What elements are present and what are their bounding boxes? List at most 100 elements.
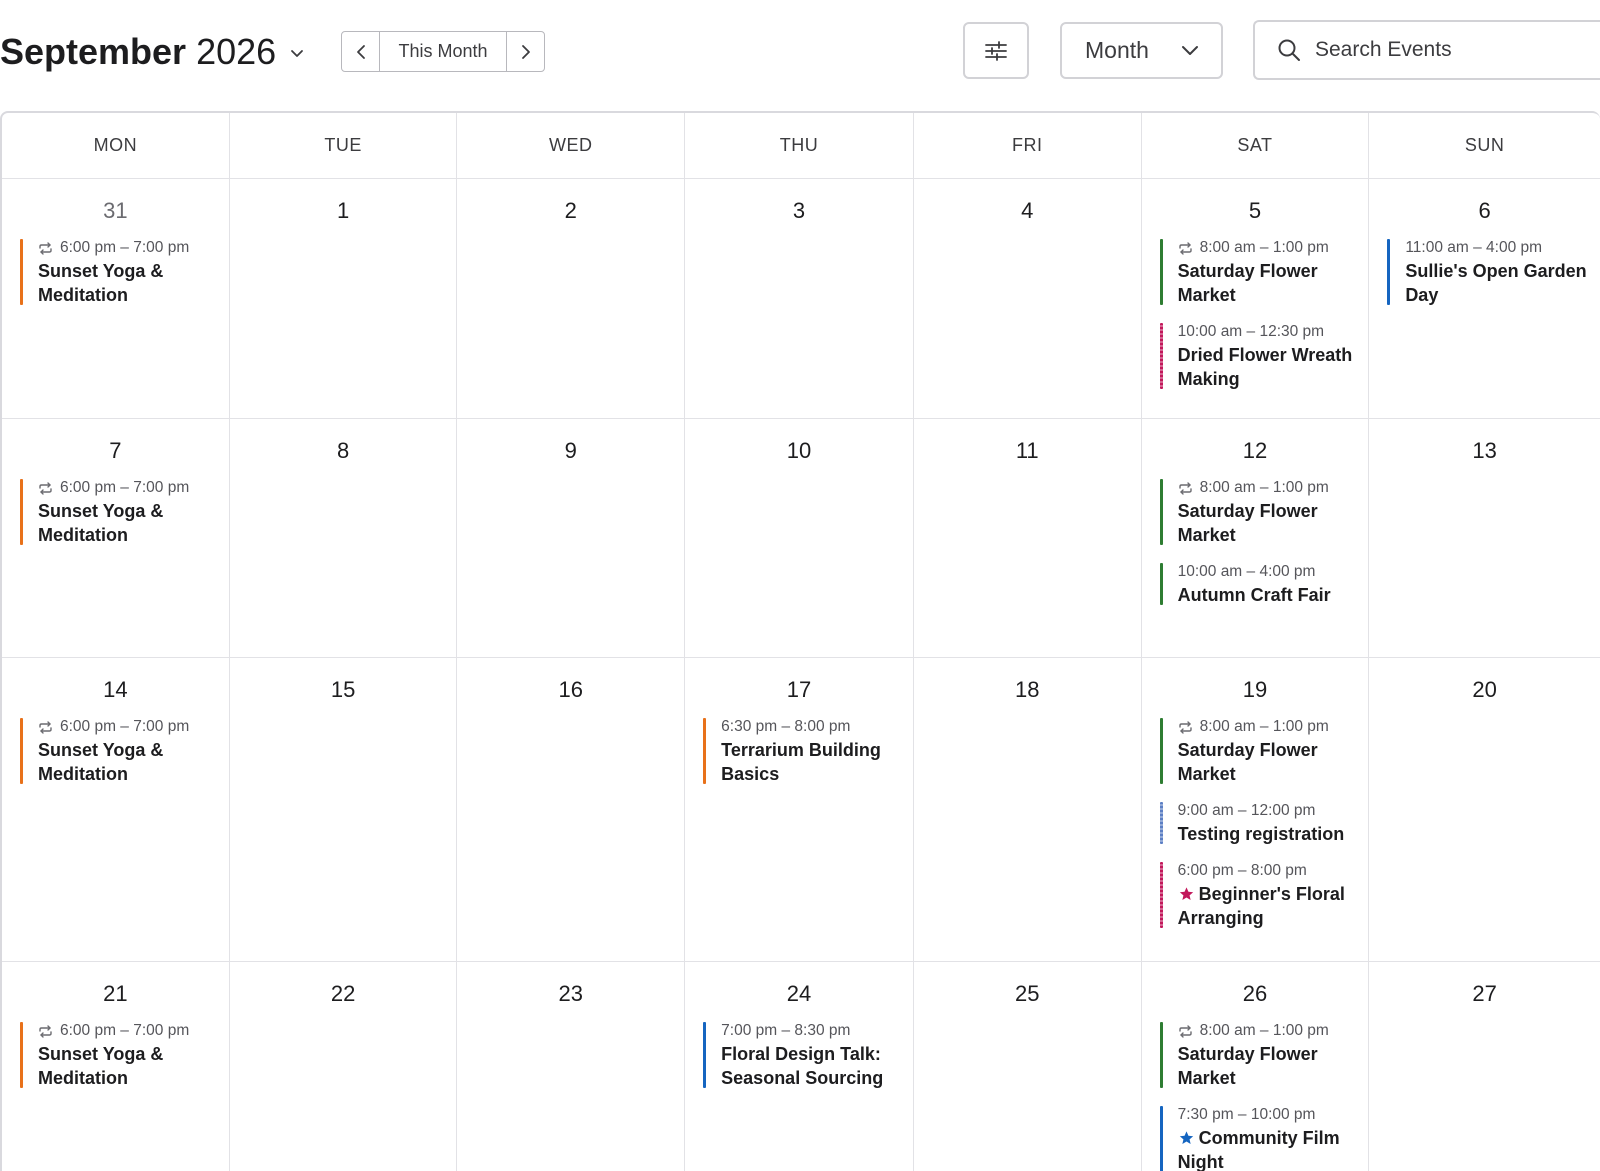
event-item[interactable]: 8:00 am – 1:00 pm Saturday Flower Market (1159, 1020, 1369, 1090)
event-item[interactable]: 8:00 am – 1:00 pm Saturday Flower Market (1159, 237, 1369, 307)
search-input[interactable] (1313, 37, 1577, 63)
day-cell[interactable]: 7 6:00 pm – 7:00 pm Sunset Yoga & Meditati… (2, 419, 230, 657)
event-title-row: Beginner's Floral Arranging (1178, 882, 1369, 930)
event-item[interactable]: 7:30 pm – 10:00 pm Community Film Night (1159, 1104, 1369, 1171)
day-cell[interactable]: 17 6:30 pm – 8:00 pm Terrarium Building Ba… (685, 658, 914, 961)
day-cell[interactable]: 31 6:00 pm – 7:00 pm Sunset Yoga & Meditat… (2, 179, 230, 418)
recurring-icon (39, 1024, 52, 1038)
chevron-down-icon (1182, 46, 1198, 55)
day-number: 10 (786, 438, 812, 463)
event-title: Autumn Craft Fair (1177, 585, 1331, 605)
event-time: 8:00 am – 1:00 pm (1199, 479, 1329, 496)
month-title-picker[interactable]: September 2026 (0, 26, 304, 78)
day-cell[interactable]: 4 (914, 179, 1142, 418)
search-box (1253, 20, 1600, 80)
day-cell[interactable]: 2 (457, 179, 686, 418)
day-number: 4 (1021, 198, 1034, 223)
featured-star-icon (1179, 887, 1193, 900)
this-month-button[interactable]: This Month (379, 32, 507, 71)
event-item[interactable]: 9:00 am – 12:00 pm Testing registration (1159, 800, 1369, 846)
filters-button[interactable] (963, 22, 1029, 79)
day-cell[interactable]: 15 (230, 658, 458, 961)
day-cell[interactable]: 27 (1369, 962, 1600, 1171)
day-cell[interactable]: 16 (457, 658, 686, 961)
event-item[interactable]: 6:00 pm – 8:00 pm Beginner's Floral Arran… (1159, 860, 1369, 930)
page-title: September 2026 (0, 26, 276, 78)
day-number: 21 (103, 981, 128, 1006)
event-time: 6:30 pm – 8:00 pm (721, 718, 851, 735)
event-item[interactable]: 11:00 am – 4:00 pm Sullie's Open Garden D… (1387, 237, 1600, 307)
event-title-row: Terrarium Building Basics (721, 738, 913, 786)
event-time: 8:00 am – 1:00 pm (1199, 718, 1329, 735)
event-item[interactable]: 7:00 pm – 8:30 pm Floral Design Talk: Sea… (703, 1020, 913, 1090)
event-title: Beginner's Floral Arranging (1177, 884, 1345, 928)
day-cell[interactable]: 19 8:00 am – 1:00 pm Saturday Flower Marke… (1142, 658, 1370, 961)
event-time: 6:00 pm – 7:00 pm (60, 239, 190, 256)
day-number: 27 (1472, 981, 1497, 1006)
day-cell[interactable]: 11 (914, 419, 1142, 657)
event-item[interactable]: 8:00 am – 1:00 pm Saturday Flower Market (1159, 716, 1369, 786)
event-item[interactable]: 8:00 am – 1:00 pm Saturday Flower Market (1159, 477, 1369, 547)
day-cell[interactable]: 24 7:00 pm – 8:30 pm Floral Design Talk: S… (685, 962, 914, 1171)
event-item[interactable]: 10:00 am – 12:30 pm Dried Flower Wreath M… (1159, 321, 1369, 391)
view-select[interactable]: Month (1060, 22, 1223, 79)
event-time-row: 8:00 am – 1:00 pm (1178, 1020, 1369, 1042)
day-cell[interactable]: 22 (230, 962, 458, 1171)
day-cell[interactable]: 23 (457, 962, 686, 1171)
event-item[interactable]: 6:00 pm – 7:00 pm Sunset Yoga & Meditatio… (20, 716, 229, 786)
featured-star-icon (1179, 1131, 1193, 1144)
recurring-icon (39, 720, 52, 734)
day-cell[interactable]: 9 (457, 419, 686, 657)
day-cell[interactable]: 26 8:00 am – 1:00 pm Saturday Flower Marke… (1142, 962, 1370, 1171)
day-cell[interactable]: 13 (1369, 419, 1600, 657)
event-item[interactable]: 6:30 pm – 8:00 pm Terrarium Building Basi… (703, 716, 913, 786)
day-cell[interactable]: 1 (230, 179, 458, 418)
next-month-button[interactable] (507, 32, 544, 71)
recurring-icon (39, 241, 52, 255)
day-cell[interactable]: 20 (1369, 658, 1600, 961)
day-cell[interactable]: 18 (914, 658, 1142, 961)
event-time: 7:00 pm – 8:30 pm (721, 1022, 851, 1039)
event-item[interactable]: 6:00 pm – 7:00 pm Sunset Yoga & Meditatio… (20, 1020, 229, 1090)
event-time: 6:00 pm – 7:00 pm (60, 479, 190, 496)
event-item[interactable]: 6:00 pm – 7:00 pm Sunset Yoga & Meditatio… (20, 477, 229, 547)
day-cell[interactable]: 10 (685, 419, 914, 657)
event-title-row: Sunset Yoga & Meditation (38, 259, 229, 307)
day-cell[interactable]: 21 6:00 pm – 7:00 pm Sunset Yoga & Meditat… (2, 962, 230, 1171)
day-number: 25 (1014, 981, 1040, 1006)
recurring-icon (1178, 720, 1192, 734)
day-number: 22 (330, 981, 356, 1006)
event-time-row: 8:00 am – 1:00 pm (1178, 716, 1369, 738)
day-cell[interactable]: 12 8:00 am – 1:00 pm Saturday Flower Marke… (1142, 419, 1370, 657)
event-color-bar (20, 479, 23, 545)
day-number: 16 (558, 677, 584, 702)
event-item[interactable]: 10:00 am – 4:00 pm Autumn Craft Fair (1159, 561, 1369, 607)
day-cell[interactable]: 14 6:00 pm – 7:00 pm Sunset Yoga & Meditat… (2, 658, 230, 961)
event-time-row: 11:00 am – 4:00 pm (1405, 237, 1600, 259)
day-number: 8 (336, 438, 350, 463)
week-row: 21 6:00 pm – 7:00 pm Sunset Yoga & Meditat… (2, 962, 1600, 1171)
day-number: 12 (1242, 438, 1268, 463)
day-cell[interactable]: 5 8:00 am – 1:00 pm Saturday Flower Market… (1142, 179, 1370, 418)
day-number: 2 (564, 198, 577, 223)
view-select-value: Month (1085, 37, 1149, 63)
event-title-row: Sunset Yoga & Meditation (38, 499, 229, 547)
week-row: 7 6:00 pm – 7:00 pm Sunset Yoga & Meditati… (2, 419, 1600, 658)
event-time-row: 6:00 pm – 7:00 pm (38, 477, 229, 499)
event-color-bar (20, 718, 23, 784)
event-color-bar (1159, 1106, 1163, 1171)
day-cell[interactable]: 8 (230, 419, 458, 657)
event-color-bar (1159, 239, 1163, 305)
previous-month-button[interactable] (342, 32, 379, 71)
title-year: 2026 (196, 31, 277, 72)
day-cell[interactable]: 3 (685, 179, 914, 418)
event-time: 8:00 am – 1:00 pm (1199, 1022, 1329, 1039)
event-time: 6:00 pm – 8:00 pm (1177, 862, 1307, 879)
event-item[interactable]: 6:00 pm – 7:00 pm Sunset Yoga & Meditatio… (20, 237, 229, 307)
day-cell[interactable]: 25 (914, 962, 1142, 1171)
day-number: 15 (330, 677, 356, 702)
day-number: 1 (336, 198, 350, 223)
event-time-row: 8:00 am – 1:00 pm (1178, 237, 1369, 259)
sliders-icon (985, 40, 1007, 61)
day-cell[interactable]: 6 11:00 am – 4:00 pm Sullie's Open Garden … (1369, 179, 1600, 418)
